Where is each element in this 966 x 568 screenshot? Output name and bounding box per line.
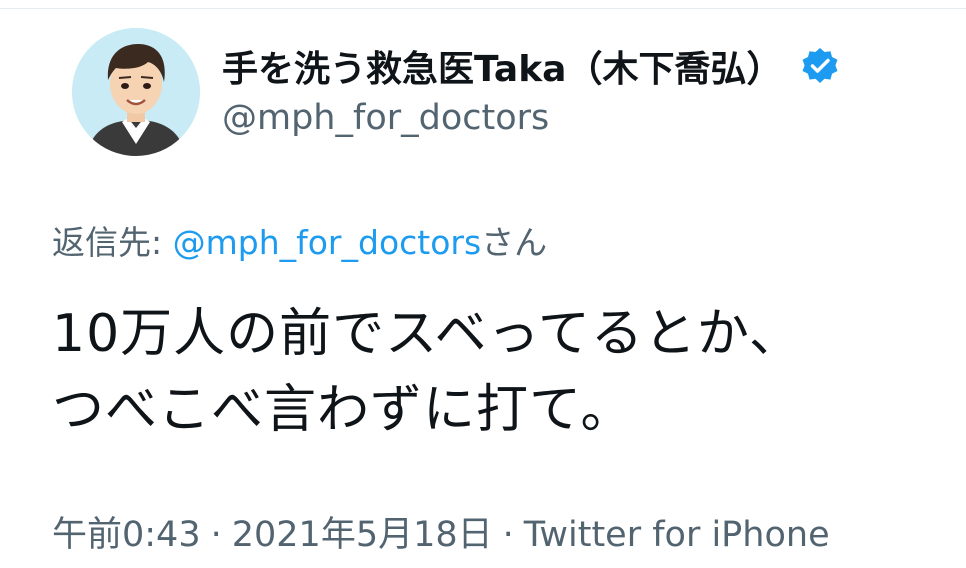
tweet-date[interactable]: 2021年5月18日: [232, 515, 493, 555]
tweet-line: 10万人の前でスベってるとか、: [52, 304, 802, 364]
user-handle[interactable]: @mph_for_doctors: [222, 98, 549, 138]
top-divider: [0, 8, 966, 9]
tweet-header: 手を洗う救急医Taka（木下喬弘） @mph_for_doctors: [72, 28, 952, 168]
tweet-line: つべこべ言わずに打て。: [52, 380, 634, 440]
reply-suffix: さん: [481, 223, 548, 262]
display-name[interactable]: 手を洗う救急医Taka（木下喬弘）: [222, 40, 782, 92]
tweet-meta: 午前0:43 · 2021年5月18日 · Twitter for iPhone: [52, 506, 830, 557]
reply-mention-link[interactable]: @mph_for_doctors: [173, 223, 482, 262]
meta-separator: ·: [502, 515, 514, 555]
avatar-illustration: [72, 28, 200, 156]
avatar[interactable]: [72, 28, 200, 156]
reply-to-line: 返信先: @mph_for_doctorsさん: [52, 216, 547, 264]
tweet-source[interactable]: Twitter for iPhone: [524, 515, 830, 555]
name-row: 手を洗う救急医Taka（木下喬弘）: [222, 42, 840, 90]
tweet-text: 10万人の前でスベってるとか、 つべこべ言わずに打て。: [52, 296, 952, 448]
reply-prefix: 返信先:: [52, 223, 173, 262]
meta-separator: ·: [210, 515, 222, 555]
verified-badge-icon: [802, 48, 838, 83]
tweet-time[interactable]: 午前0:43: [52, 515, 201, 555]
